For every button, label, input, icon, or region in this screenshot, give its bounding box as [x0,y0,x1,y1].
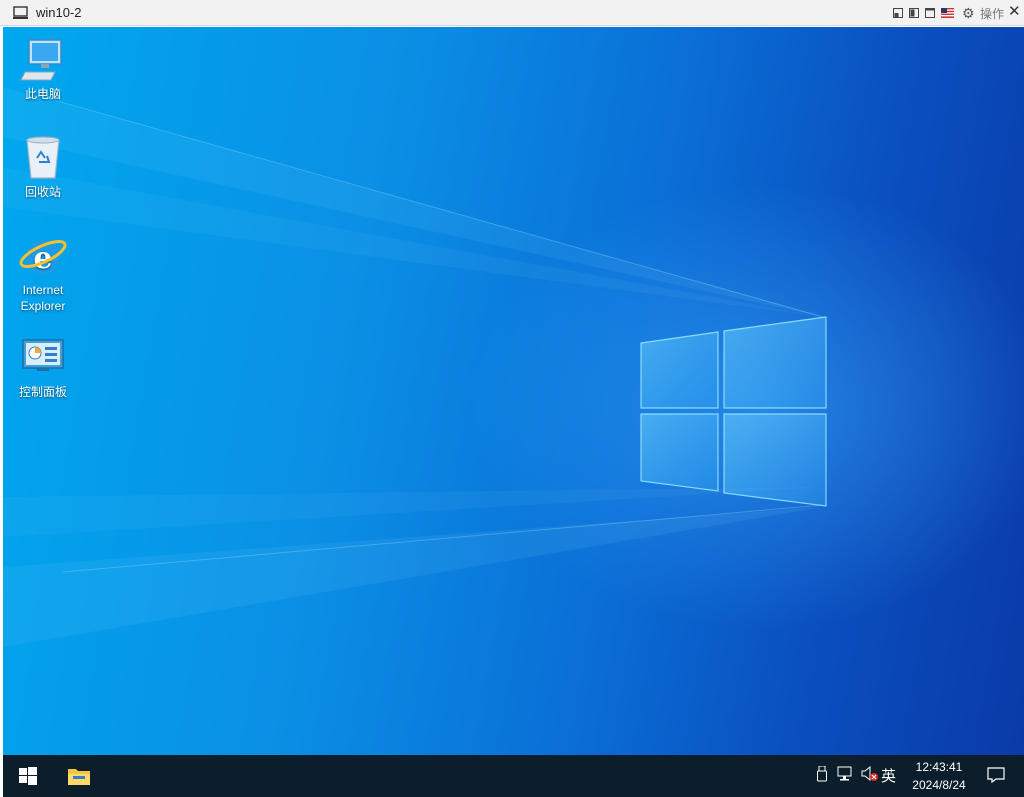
window-title: win10-2 [36,5,82,20]
clock-time: 12:43:41 [915,760,963,774]
monitor-icon [13,6,28,19]
desktop[interactable]: 此电脑 回收站 e Internet Explorer 控制面板 [3,27,1024,755]
vm-title-bar: win10-2 ⚙ 操作 ✕ [0,0,1024,26]
action-center-icon[interactable] [987,767,1005,783]
fit-window-icon[interactable] [909,8,919,18]
file-explorer-icon[interactable] [67,766,91,786]
recycle-bin-icon [26,136,60,179]
network-icon[interactable] [837,766,855,782]
restore-small-icon[interactable] [893,8,903,18]
clock[interactable]: 12:43:41 2024/8/24 [903,758,975,794]
input-method-indicator[interactable]: 英 [881,765,896,786]
desktop-icon-label: 控制面板 [18,385,67,399]
gear-icon[interactable]: ⚙ [962,5,975,21]
desktop-icon-label: 回收站 [24,185,61,199]
desktop-icon-this-pc[interactable]: 此电脑 [3,36,83,102]
desktop-icon-internet-explorer[interactable]: e Internet Explorer [3,232,83,314]
actions-menu[interactable]: 操作 [980,5,1004,22]
control-panel-icon [22,339,64,371]
computer-icon [20,39,62,81]
volume-muted-icon[interactable] [861,766,879,782]
taskbar: 英 12:43:41 2024/8/24 [3,755,1024,797]
fullscreen-icon[interactable] [925,8,935,18]
desktop-icon-control-panel[interactable]: 控制面板 [3,334,83,400]
wallpaper-graphic [3,87,827,647]
usb-device-icon[interactable] [817,766,827,782]
internet-explorer-icon: e [19,240,67,276]
us-flag-icon[interactable] [941,8,954,18]
desktop-icon-recycle-bin[interactable]: 回收站 [3,134,83,200]
desktop-icon-label: 此电脑 [24,87,61,101]
desktop-icon-label-line2: Explorer [20,299,66,313]
close-icon[interactable]: ✕ [1008,4,1021,20]
windows-start-icon[interactable] [19,767,37,785]
clock-date: 2024/8/24 [912,778,966,792]
desktop-icon-label-line1: Internet [22,283,64,297]
